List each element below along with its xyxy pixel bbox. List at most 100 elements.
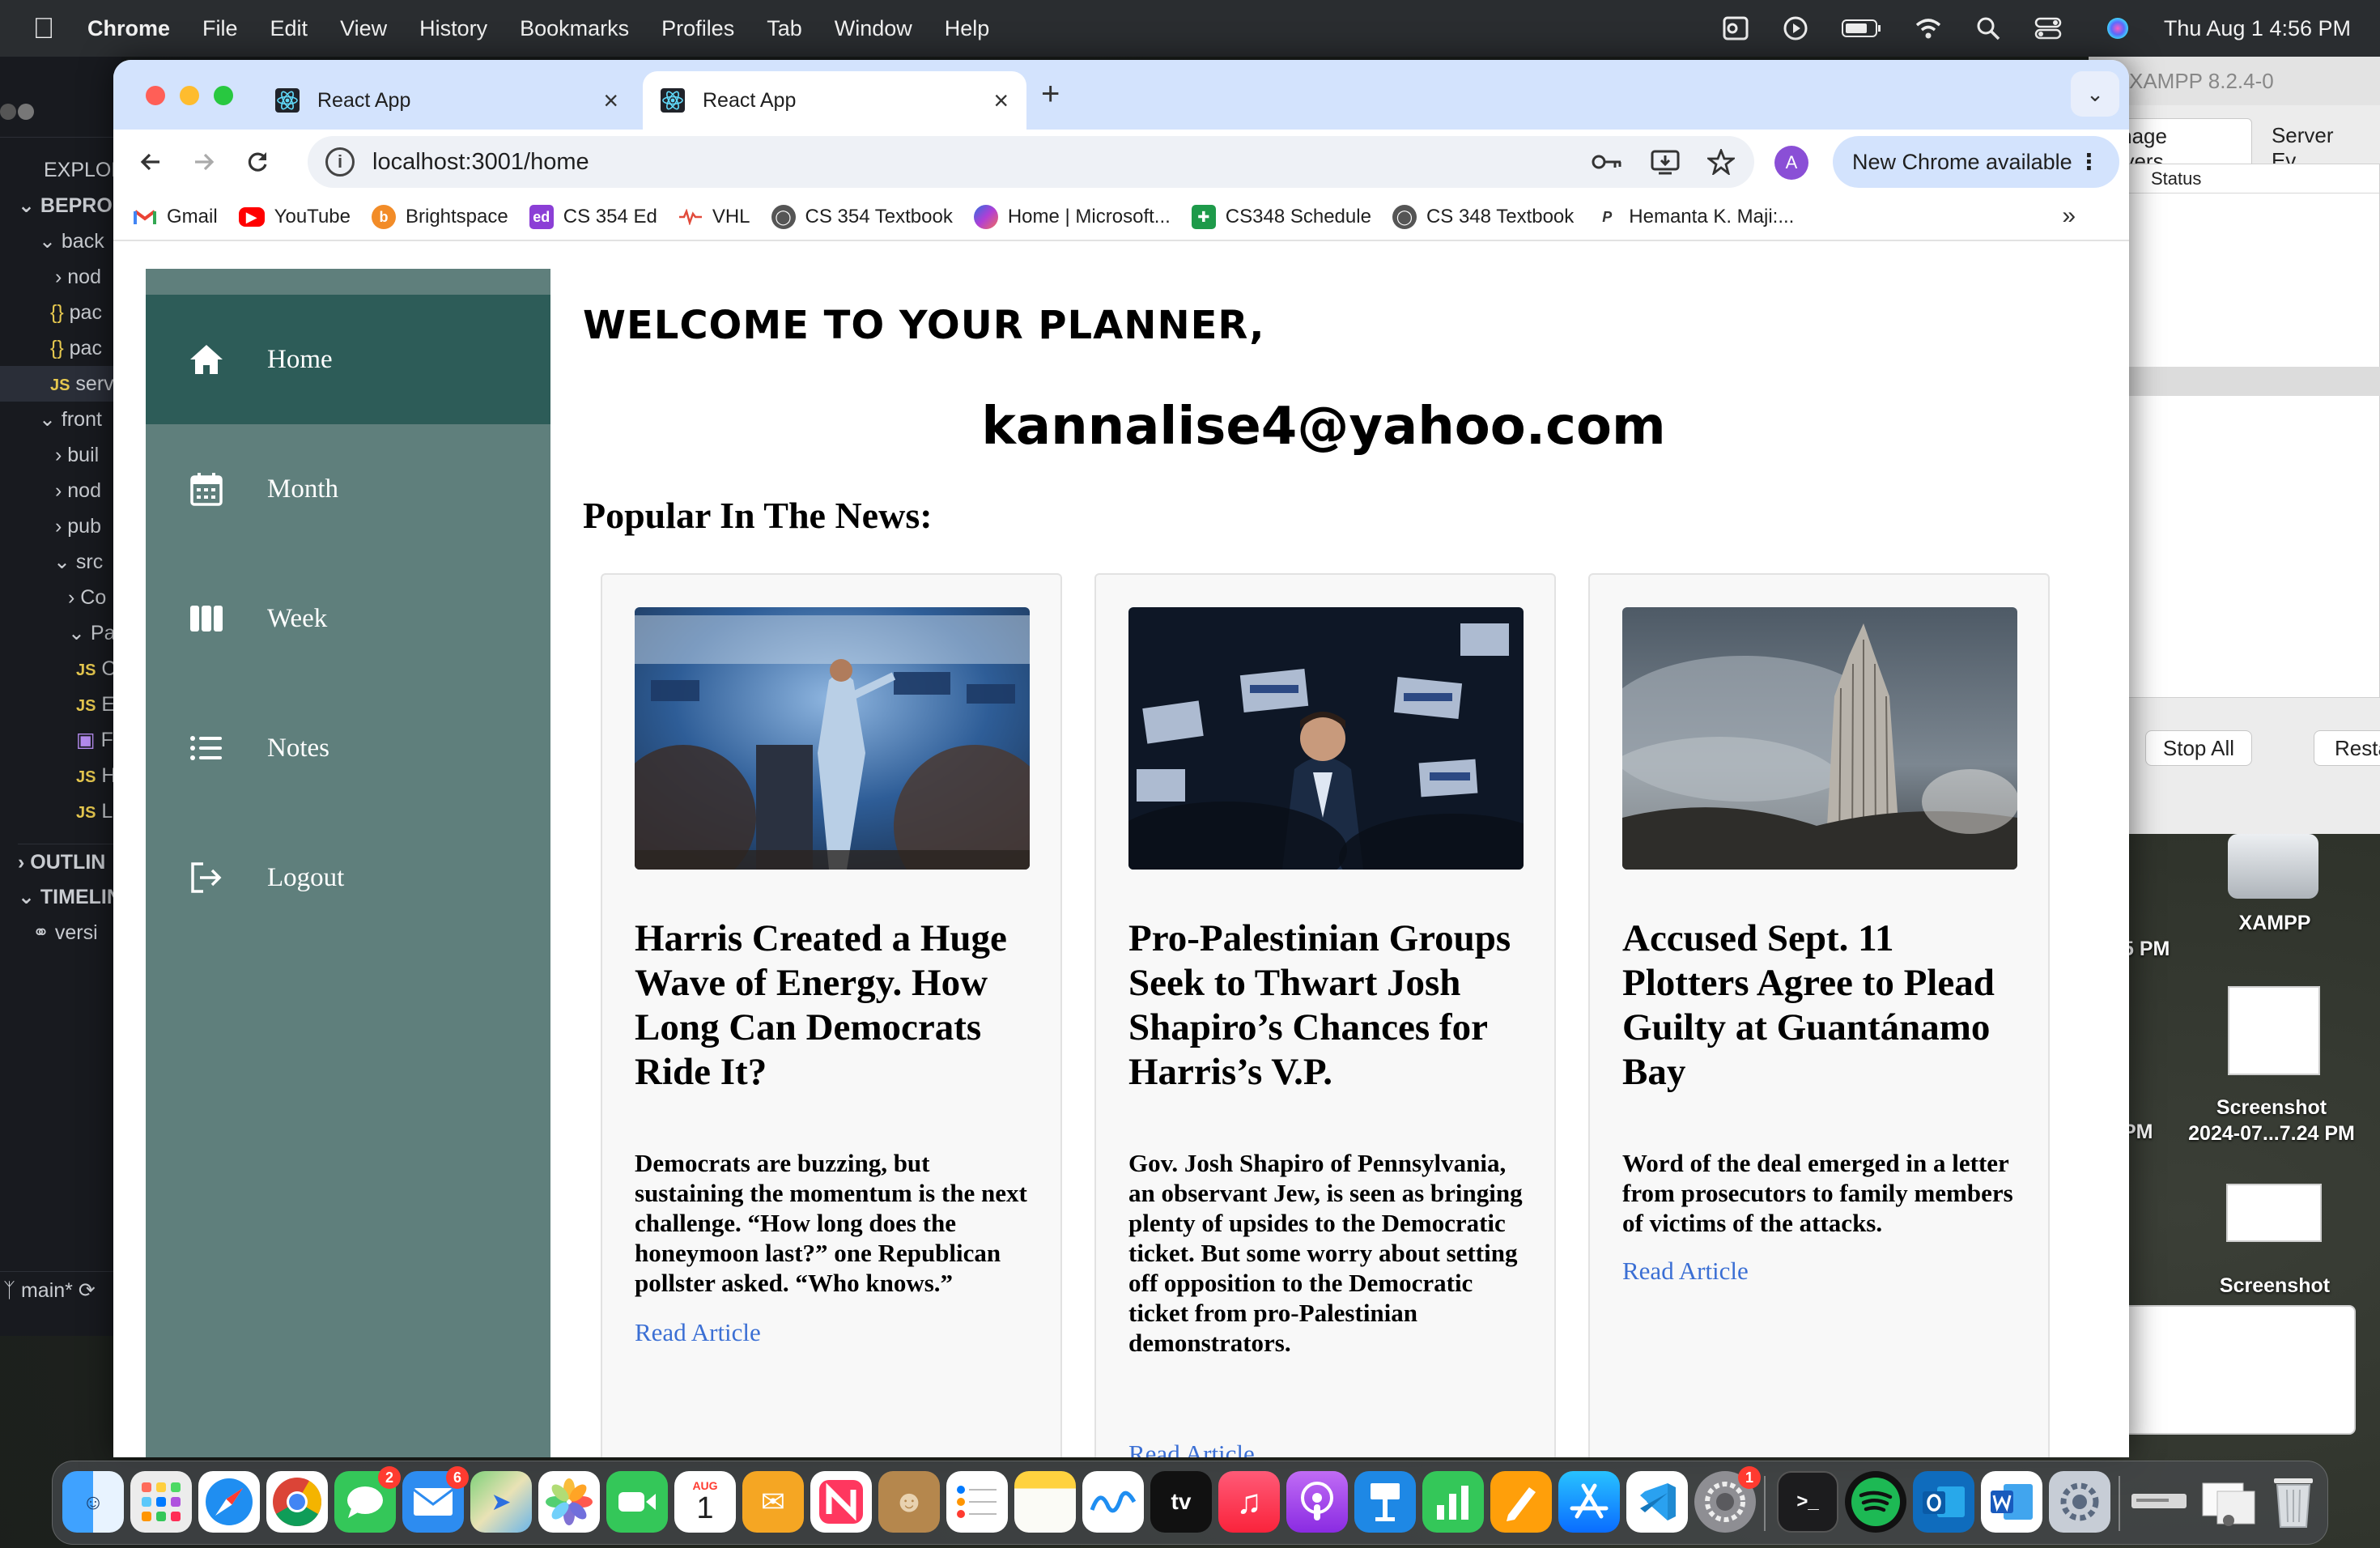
xampp-drive-icon[interactable]	[2228, 834, 2318, 899]
contacts-icon[interactable]: ☻	[878, 1471, 940, 1533]
close-tab-icon[interactable]: ×	[993, 86, 1009, 116]
bookmark-cs348-textbook[interactable]: ◯ CS 348 Textbook	[1392, 205, 1574, 229]
finder-icon[interactable]: ☺	[62, 1471, 124, 1533]
xampp-selected-row[interactable]	[2122, 367, 2380, 396]
vscode-row-package-lock[interactable]: {} pac	[50, 330, 102, 366]
apple-tv-icon[interactable]: tv	[1150, 1471, 1212, 1533]
safari-icon[interactable]	[198, 1471, 260, 1533]
forward-button[interactable]	[183, 141, 225, 183]
photos-icon[interactable]	[538, 1471, 600, 1533]
nav-logout[interactable]: Logout	[146, 813, 550, 942]
news-icon[interactable]	[810, 1471, 872, 1533]
spotify-icon[interactable]	[1845, 1471, 1906, 1533]
read-article-link[interactable]: Read Article	[635, 1318, 761, 1347]
keynote-podium-icon[interactable]	[1354, 1471, 1416, 1533]
close-window-button[interactable]	[146, 86, 165, 105]
bookmark-cs354-ed[interactable]: ed CS 354 Ed	[529, 205, 657, 229]
menu-profiles[interactable]: Profiles	[661, 16, 734, 41]
vscode-row-build[interactable]: › buil	[55, 437, 99, 473]
menu-history[interactable]: History	[419, 16, 487, 41]
more-menu-icon[interactable]: ⋮	[2078, 136, 2100, 188]
tab-react-app-1[interactable]: React App ×	[257, 71, 636, 130]
bookmarks-overflow-icon[interactable]: »	[2062, 202, 2076, 230]
desktop-icon-xampp-label[interactable]: XAMPP	[2218, 912, 2331, 935]
vscode-row-node-modules[interactable]: › nod	[55, 259, 101, 295]
downloads-stack-icon[interactable]	[2198, 1471, 2259, 1533]
preview-icon[interactable]	[2130, 1471, 2191, 1533]
bookmark-gmail[interactable]: Gmail	[133, 205, 218, 229]
trash-icon[interactable]	[2263, 1471, 2324, 1533]
numbers-icon[interactable]	[1422, 1471, 1484, 1533]
music-icon[interactable]: ♫	[1218, 1471, 1280, 1533]
menu-bookmarks[interactable]: Bookmarks	[520, 16, 629, 41]
menubar-clock[interactable]: Thu Aug 1 4:56 PM	[2164, 16, 2351, 41]
bookmark-cs348-schedule[interactable]: ✚ CS348 Schedule	[1191, 205, 1371, 229]
screenshot-thumbnail-1[interactable]	[2228, 986, 2320, 1075]
chrome-icon[interactable]	[266, 1471, 328, 1533]
menu-window[interactable]: Window	[835, 16, 912, 41]
bookmark-cs354-textbook[interactable]: ◯ CS 354 Textbook	[771, 205, 953, 229]
read-article-link[interactable]: Read Article	[1128, 1440, 1255, 1457]
menu-file[interactable]: File	[202, 16, 238, 41]
vscode-icon[interactable]	[1626, 1471, 1688, 1533]
vscode-row-beprod[interactable]: ⌄ BEPROD	[18, 188, 127, 223]
screenshot-thumbnail-2[interactable]	[2226, 1184, 2322, 1242]
settings-gear-icon[interactable]	[2049, 1471, 2110, 1533]
vscode-row-backend[interactable]: ⌄ back	[39, 223, 104, 259]
nav-notes[interactable]: Notes	[146, 683, 550, 813]
vscode-outline-section[interactable]: › OUTLIN	[18, 844, 121, 879]
outlook-icon[interactable]	[1913, 1471, 1974, 1533]
new-tab-button[interactable]: +	[1041, 76, 1060, 113]
nav-month[interactable]: Month	[146, 424, 550, 554]
notes-icon[interactable]	[1014, 1471, 1076, 1533]
menu-view[interactable]: View	[340, 16, 387, 41]
bookmark-star-icon[interactable]	[1707, 149, 1735, 175]
bookmark-vhl[interactable]: VHL	[678, 205, 750, 229]
new-chrome-available-button[interactable]: New Chrome available ⋮	[1833, 136, 2119, 188]
reload-button[interactable]	[236, 141, 278, 183]
play-status-icon[interactable]	[1782, 15, 1809, 42]
xampp-restart-button[interactable]: Resta	[2314, 730, 2380, 766]
mail-icon[interactable]: 6	[402, 1466, 469, 1533]
menu-chrome[interactable]: Chrome	[87, 16, 170, 41]
vscode-row-package[interactable]: {} pac	[50, 295, 102, 330]
vscode-row-pages[interactable]: ⌄ Pa	[68, 615, 116, 651]
nav-home[interactable]: Home	[146, 295, 550, 424]
minimize-window-button[interactable]	[180, 86, 199, 105]
outlook-status-icon[interactable]	[1722, 15, 1749, 42]
article-title[interactable]: Harris Created a Huge Wave of Energy. Ho…	[635, 916, 1039, 1095]
address-bar[interactable]: i localhost:3001/home	[308, 136, 1754, 188]
vscode-row-node-modules-2[interactable]: › nod	[55, 473, 101, 508]
bookmark-microsoft-home[interactable]: Home | Microsoft...	[973, 205, 1171, 229]
terminal-icon[interactable]: >_	[1777, 1471, 1838, 1533]
vscode-statusbar[interactable]: ᛉ main* ⟳	[0, 1271, 121, 1308]
xampp-stop-all-button[interactable]: Stop All	[2145, 730, 2252, 766]
maps-icon[interactable]: ➤	[470, 1471, 532, 1533]
back-button[interactable]	[130, 141, 172, 183]
podcasts-icon[interactable]	[1286, 1471, 1348, 1533]
control-center-icon[interactable]	[2034, 15, 2072, 42]
vscode-row-file-c[interactable]: JS C	[76, 651, 116, 687]
messages-icon[interactable]: 2	[334, 1466, 401, 1533]
bookmark-youtube[interactable]: ▶ YouTube	[238, 206, 351, 228]
vscode-row-src[interactable]: ⌄ src	[53, 544, 103, 580]
vscode-row-file-f[interactable]: ▣ F	[76, 722, 113, 758]
keynote-icon[interactable]: ✉	[742, 1471, 804, 1533]
vscode-row-file-l[interactable]: JS L	[76, 793, 113, 829]
password-key-icon[interactable]	[1591, 152, 1623, 172]
maximize-window-button[interactable]	[214, 86, 233, 105]
vscode-row-public[interactable]: › pub	[55, 508, 101, 544]
vscode-row-frontend[interactable]: ⌄ front	[39, 402, 102, 437]
nav-week[interactable]: Week	[146, 554, 550, 683]
battery-icon[interactable]	[1841, 15, 1882, 42]
menu-help[interactable]: Help	[945, 16, 990, 41]
article-title[interactable]: Pro-Palestinian Groups Seek to Thwart Jo…	[1128, 916, 1533, 1095]
url-text[interactable]: localhost:3001/home	[372, 149, 589, 176]
xampp-server-list[interactable]: Status	[2121, 164, 2380, 698]
profile-avatar[interactable]: A	[1774, 146, 1808, 180]
tab-react-app-2[interactable]: React App ×	[643, 71, 1026, 130]
vscode-timeline-section[interactable]: ⌄ TIMELIN	[18, 879, 121, 915]
apple-menu-icon[interactable]: 	[0, 11, 87, 45]
facetime-icon[interactable]	[606, 1471, 668, 1533]
article-title[interactable]: Accused Sept. 11 Plotters Agree to Plead…	[1622, 916, 2027, 1095]
